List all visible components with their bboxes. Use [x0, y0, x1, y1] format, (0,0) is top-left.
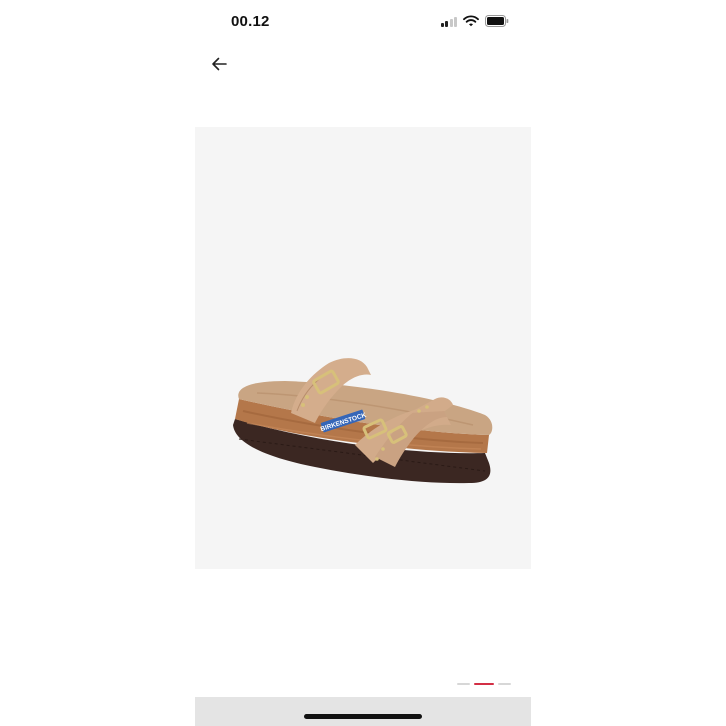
home-indicator[interactable]	[304, 714, 422, 719]
arrow-left-icon	[212, 57, 227, 71]
back-button[interactable]	[205, 52, 233, 76]
wifi-icon	[463, 15, 479, 27]
status-time: 00.12	[231, 13, 270, 30]
phone-screen: 00.12 BIRKENSTOCK	[195, 0, 531, 726]
sandal-image: BIRKENSTOCK	[233, 358, 493, 484]
pager-dot-active[interactable]	[474, 683, 494, 685]
status-bar: 00.12	[195, 0, 531, 44]
pager-dot[interactable]	[498, 683, 511, 685]
cellular-signal-icon	[440, 16, 457, 27]
pager-dot[interactable]	[457, 683, 470, 685]
bottom-bar	[195, 697, 531, 726]
image-pager	[457, 683, 511, 685]
battery-icon	[485, 15, 509, 27]
product-image-area[interactable]: BIRKENSTOCK	[195, 127, 531, 569]
status-icons	[440, 14, 510, 28]
